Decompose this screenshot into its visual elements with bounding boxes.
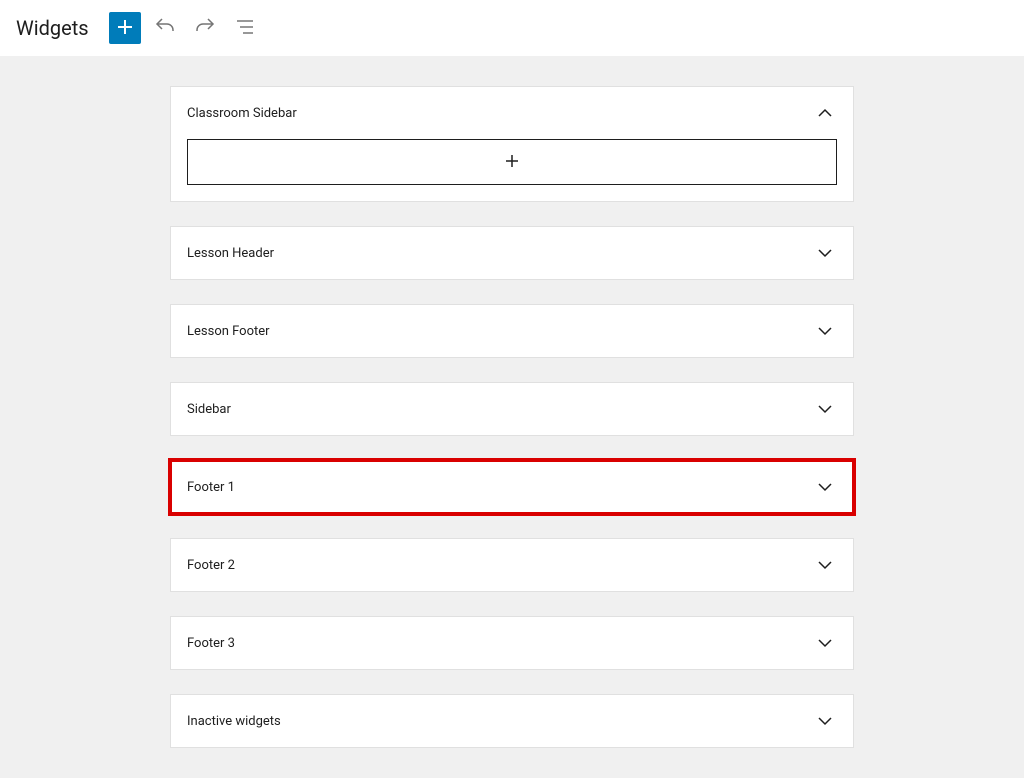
widget-area-body <box>171 139 853 201</box>
undo-icon <box>153 15 177 42</box>
chevron-down-icon <box>813 709 837 733</box>
plus-icon <box>113 15 137 42</box>
widget-area-header[interactable]: Lesson Footer <box>171 305 853 357</box>
chevron-down-icon <box>813 631 837 655</box>
widget-area-header[interactable]: Sidebar <box>171 383 853 435</box>
widget-area-title: Footer 1 <box>187 480 235 495</box>
page-title: Widgets <box>16 16 89 40</box>
widget-area-header[interactable]: Footer 2 <box>171 539 853 591</box>
chevron-up-icon <box>813 101 837 125</box>
chevron-down-icon <box>813 319 837 343</box>
widget-area-classroom-sidebar: Classroom Sidebar <box>170 86 854 202</box>
content-area: Classroom Sidebar Lesson Header <box>0 56 1024 778</box>
widget-area-lesson-footer: Lesson Footer <box>170 304 854 358</box>
list-view-icon <box>233 15 257 42</box>
list-view-button[interactable] <box>229 12 261 44</box>
widget-area-title: Lesson Footer <box>187 324 270 339</box>
widget-area-header[interactable]: Footer 3 <box>171 617 853 669</box>
widget-area-footer-3: Footer 3 <box>170 616 854 670</box>
widget-area-header[interactable]: Inactive widgets <box>171 695 853 747</box>
widget-area-header[interactable]: Footer 1 <box>171 461 853 513</box>
plus-icon <box>500 149 524 176</box>
add-block-toggle-button[interactable] <box>109 12 141 44</box>
widget-area-header[interactable]: Lesson Header <box>171 227 853 279</box>
redo-icon <box>193 15 217 42</box>
widget-area-footer-1: Footer 1 <box>170 460 854 514</box>
widget-area-title: Lesson Header <box>187 246 274 261</box>
widget-area-lesson-header: Lesson Header <box>170 226 854 280</box>
chevron-down-icon <box>813 241 837 265</box>
header-toolbar: Widgets <box>0 0 1024 56</box>
widget-area-footer-2: Footer 2 <box>170 538 854 592</box>
widget-area-list: Classroom Sidebar Lesson Header <box>170 86 854 748</box>
widget-area-sidebar: Sidebar <box>170 382 854 436</box>
widget-area-title: Sidebar <box>187 402 231 417</box>
chevron-down-icon <box>813 397 837 421</box>
widget-area-title: Footer 3 <box>187 636 235 651</box>
redo-button[interactable] <box>189 12 221 44</box>
undo-button[interactable] <box>149 12 181 44</box>
widget-area-inactive-widgets: Inactive widgets <box>170 694 854 748</box>
widget-area-title: Classroom Sidebar <box>187 106 297 121</box>
chevron-down-icon <box>813 475 837 499</box>
widget-area-title: Inactive widgets <box>187 714 281 729</box>
chevron-down-icon <box>813 553 837 577</box>
widget-area-header[interactable]: Classroom Sidebar <box>171 87 853 139</box>
widget-area-title: Footer 2 <box>187 558 235 573</box>
add-block-button[interactable] <box>187 139 837 185</box>
